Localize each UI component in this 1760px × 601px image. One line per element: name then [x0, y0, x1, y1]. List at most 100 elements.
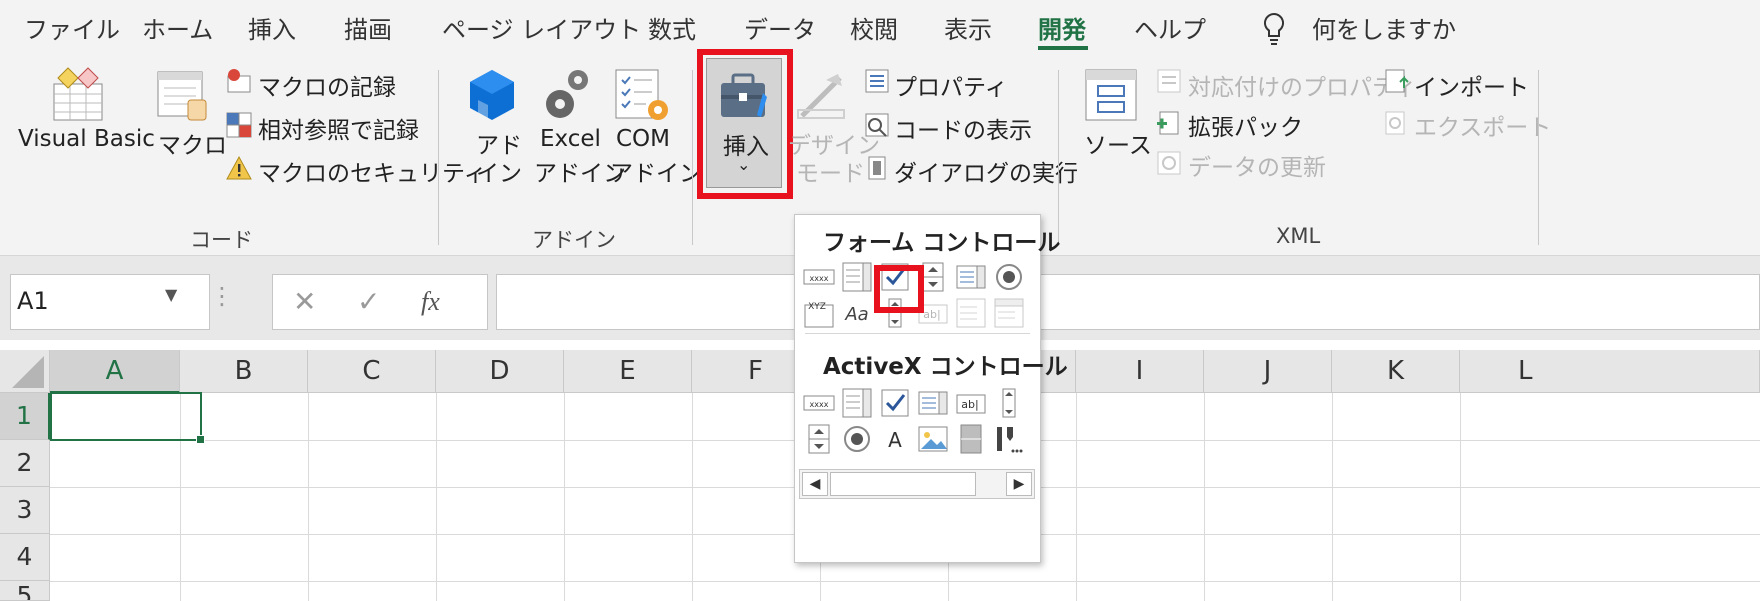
activex-spin-button-control[interactable]	[803, 423, 835, 455]
activex-text-box-control[interactable]: ab|	[955, 387, 987, 419]
tab-home[interactable]: ホーム	[142, 10, 213, 45]
visual-basic-button[interactable]: Visual Basic	[18, 126, 155, 152]
scroll-right-icon[interactable]: ▶	[1006, 472, 1032, 496]
tab-data[interactable]: データ	[744, 10, 816, 45]
activex-checkbox-control[interactable]	[879, 387, 911, 419]
cancel-icon[interactable]: ✕	[293, 285, 316, 318]
gridline	[564, 393, 565, 601]
select-all-button[interactable]	[0, 350, 50, 393]
record-macro-icon	[226, 68, 252, 94]
tab-review[interactable]: 校閲	[850, 10, 898, 45]
formula-buttons: ✕ ✓ fx	[272, 274, 488, 330]
store-addin-icon	[464, 68, 520, 124]
import-button[interactable]: インポート	[1414, 68, 1529, 102]
form-button-control[interactable]: xxxx	[803, 261, 835, 293]
activex-label-control[interactable]: A	[879, 423, 911, 455]
gridline	[1460, 393, 1461, 601]
chevron-down-icon[interactable]: ▼	[165, 285, 177, 304]
design-mode-icon	[796, 68, 848, 124]
design-mode-line2[interactable]: モード	[796, 154, 865, 188]
column-header-j[interactable]: J	[1204, 350, 1332, 393]
xml-source-button[interactable]: ソース	[1084, 126, 1152, 160]
activex-image-control[interactable]	[917, 423, 949, 455]
form-label-control[interactable]: Aa	[841, 297, 873, 329]
tab-view[interactable]: 表示	[944, 10, 992, 45]
enter-icon[interactable]: ✓	[357, 285, 380, 318]
column-header-a[interactable]: A	[50, 350, 180, 393]
form-option-button-control[interactable]	[993, 261, 1025, 293]
column-header-b[interactable]: B	[180, 350, 308, 393]
formula-input[interactable]	[496, 274, 1760, 330]
run-dialog-icon	[864, 155, 890, 181]
map-properties-icon	[1156, 68, 1182, 94]
com-addin-icon	[614, 68, 670, 124]
macro-button[interactable]: マクロ	[158, 126, 227, 160]
tab-formulas[interactable]: 数式	[648, 10, 696, 45]
map-properties-button[interactable]: 対応付けのプロパティ	[1188, 68, 1417, 102]
column-header-i[interactable]: I	[1076, 350, 1204, 393]
group-label-xml: XML	[1276, 224, 1321, 248]
name-box-value: A1	[17, 287, 49, 315]
form-group-box-control[interactable]: XYZ	[803, 297, 835, 329]
dropdown-scrollbar[interactable]: ◀ ▶	[799, 469, 1035, 499]
tell-me-search[interactable]: 何をしますか	[1312, 10, 1456, 45]
row-header-4[interactable]: 4	[0, 534, 50, 581]
relative-reference-icon	[226, 112, 252, 138]
properties-icon	[864, 68, 890, 94]
macro-icon	[156, 70, 210, 124]
tab-file[interactable]: ファイル	[24, 10, 120, 45]
run-dialog-button[interactable]: ダイアログの実行	[894, 154, 1078, 188]
tab-help[interactable]: ヘルプ	[1134, 10, 1206, 45]
record-macro-button[interactable]: マクロの記録	[258, 68, 396, 102]
abl-label: ab|	[961, 398, 978, 411]
activex-command-button-control[interactable]: xxxx	[803, 387, 835, 419]
activex-toggle-button-control[interactable]	[955, 423, 987, 455]
export-button[interactable]: エクスポート	[1414, 108, 1551, 142]
column-header-k[interactable]: K	[1332, 350, 1460, 393]
xxxx-label: xxxx	[810, 274, 829, 283]
tab-developer[interactable]: 開発	[1038, 10, 1086, 45]
macro-security-button[interactable]: マクロのセキュリティ	[258, 154, 487, 188]
excel-addin-line1[interactable]: Excel	[540, 126, 601, 152]
gridline	[1076, 393, 1077, 601]
addin-button-line2[interactable]: イン	[476, 154, 522, 188]
scroll-thumb[interactable]	[830, 472, 976, 496]
group-separator	[692, 70, 693, 245]
properties-button[interactable]: プロパティ	[894, 68, 1008, 102]
activex-more-controls-tools-icon[interactable]	[993, 423, 1025, 455]
tab-draw[interactable]: 描画	[344, 10, 392, 45]
fill-handle[interactable]	[196, 435, 205, 444]
column-header-c[interactable]: C	[308, 350, 436, 393]
name-box[interactable]: A1 ▼	[10, 274, 210, 330]
com-addin-line1[interactable]: COM	[616, 126, 670, 152]
insert-function-button[interactable]: fx	[421, 287, 440, 317]
column-header-l[interactable]: L	[1460, 350, 1760, 393]
group-separator	[1058, 70, 1059, 245]
column-header-e[interactable]: E	[564, 350, 692, 393]
row-header-1[interactable]: 1	[0, 393, 50, 440]
row-header-5[interactable]: 5	[0, 581, 50, 601]
relative-reference-button[interactable]: 相対参照で記録	[258, 111, 419, 145]
form-combo-box-control[interactable]	[841, 261, 873, 293]
tab-page-layout[interactable]: ページ レイアウト	[442, 10, 641, 45]
refresh-data-button[interactable]: データの更新	[1188, 148, 1326, 182]
activex-list-box-control[interactable]	[917, 387, 949, 419]
scroll-left-icon[interactable]: ◀	[802, 472, 828, 496]
column-header-d[interactable]: D	[436, 350, 564, 393]
expansion-packs-button[interactable]: 拡張パック	[1188, 108, 1303, 142]
group-separator	[1538, 70, 1539, 245]
active-cell-a1[interactable]	[50, 392, 202, 441]
activex-combo-box-control[interactable]	[841, 387, 873, 419]
tab-insert[interactable]: 挿入	[248, 10, 296, 45]
dropdown-divider	[805, 333, 1030, 334]
form-list-box-control[interactable]	[955, 261, 987, 293]
view-code-button[interactable]: コードの表示	[894, 111, 1032, 145]
row-header-2[interactable]: 2	[0, 440, 50, 487]
row-header-3[interactable]: 3	[0, 487, 50, 534]
lightbulb-icon[interactable]	[1262, 12, 1286, 46]
activex-option-button-control[interactable]	[841, 423, 873, 455]
xyz-label: XYZ	[808, 302, 826, 312]
group-label-code: コード	[190, 228, 253, 252]
com-addin-line2[interactable]: アドイン	[610, 154, 702, 188]
activex-scroll-bar-control[interactable]	[993, 387, 1025, 419]
